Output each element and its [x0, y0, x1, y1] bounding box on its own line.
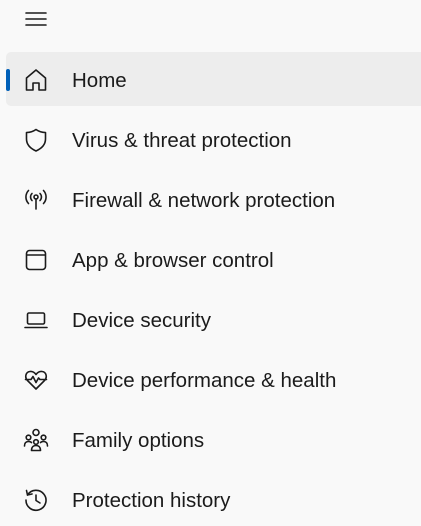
home-icon [23, 67, 49, 93]
nav-item-home[interactable]: Home [6, 52, 421, 106]
navigation-menu: Home Virus & threat protection Firewall … [0, 52, 421, 526]
navigation-pane: Home Virus & threat protection Firewall … [0, 0, 421, 526]
nav-item-family-options[interactable]: Family options [6, 412, 421, 466]
nav-item-device-performance-health[interactable]: Device performance & health [6, 352, 421, 406]
family-icon [23, 427, 49, 453]
app-window-icon [23, 247, 49, 273]
nav-item-label: Protection history [72, 489, 231, 512]
nav-item-firewall-network-protection[interactable]: Firewall & network protection [6, 172, 421, 226]
nav-item-app-browser-control[interactable]: App & browser control [6, 232, 421, 286]
selection-indicator [6, 69, 10, 91]
nav-item-label: Firewall & network protection [72, 189, 336, 212]
hamburger-menu-icon [25, 12, 47, 26]
nav-item-label: App & browser control [72, 249, 274, 272]
nav-item-virus-threat-protection[interactable]: Virus & threat protection [6, 112, 421, 166]
nav-item-device-security[interactable]: Device security [6, 292, 421, 346]
nav-item-label: Device security [72, 309, 211, 332]
laptop-icon [23, 307, 49, 333]
heart-pulse-icon [23, 367, 49, 393]
nav-item-label: Device performance & health [72, 369, 337, 392]
shield-icon [23, 127, 49, 153]
nav-item-protection-history[interactable]: Protection history [6, 472, 421, 526]
nav-item-label: Family options [72, 429, 205, 452]
menu-button[interactable] [18, 4, 54, 34]
antenna-icon [23, 187, 49, 213]
nav-item-label: Home [72, 69, 127, 92]
nav-item-label: Virus & threat protection [72, 129, 292, 152]
history-icon [23, 487, 49, 513]
